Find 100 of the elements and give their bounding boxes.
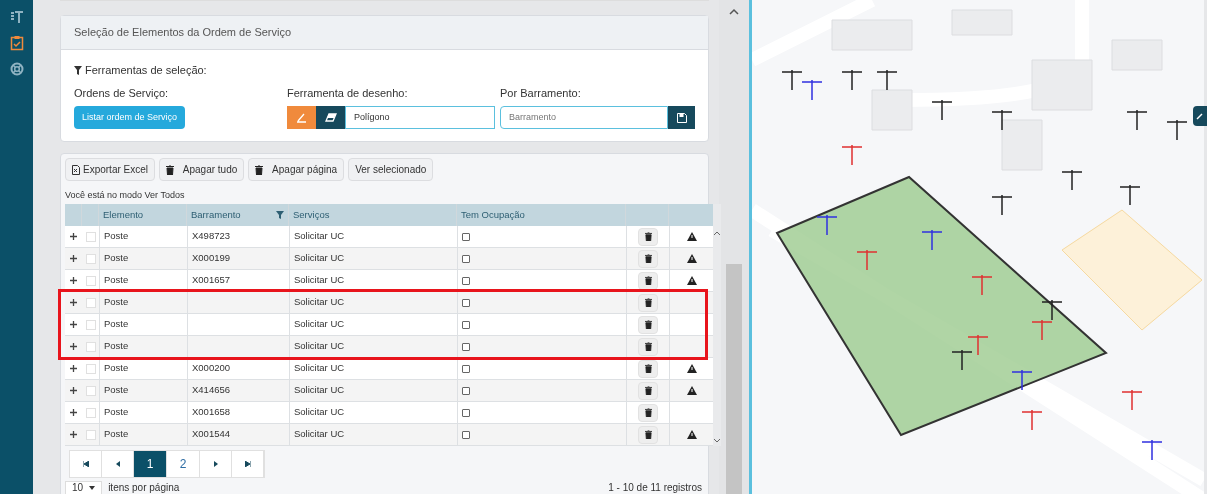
row-checkbox[interactable]	[85, 429, 96, 440]
occupation-checkbox[interactable]	[462, 342, 470, 351]
filter-icon[interactable]	[276, 211, 284, 219]
table-cell: X000200	[192, 361, 231, 376]
save-button[interactable]	[668, 106, 695, 129]
occupation-checkbox[interactable]	[462, 320, 470, 329]
scroll-thumb[interactable]	[726, 264, 742, 494]
last-page-icon	[244, 461, 251, 467]
table-cell: X001658	[192, 405, 231, 420]
scroll-up-icon[interactable]	[713, 230, 721, 236]
occupation-checkbox[interactable]	[462, 254, 470, 263]
toolbar-button[interactable]: Exportar Excel	[65, 158, 156, 181]
row-checkbox[interactable]	[85, 275, 96, 286]
drawing-mode-field[interactable]: Polígono	[345, 106, 495, 129]
table-cell: Poste	[104, 295, 129, 310]
field-label: Ferramenta de desenho:	[287, 85, 409, 101]
trash-icon	[644, 430, 652, 439]
row-checkbox[interactable]	[85, 363, 96, 374]
text-tool-icon[interactable]	[9, 10, 24, 24]
row-checkbox[interactable]	[85, 341, 96, 352]
delete-button[interactable]	[638, 271, 658, 290]
delete-button[interactable]	[638, 425, 658, 444]
row-checkbox[interactable]	[85, 231, 96, 242]
pencil-icon	[1196, 112, 1204, 120]
next-icon	[213, 461, 218, 467]
trash-icon	[644, 232, 652, 241]
row-checkbox[interactable]	[85, 319, 96, 330]
table-cell: Poste	[104, 361, 129, 376]
pen-icon	[296, 112, 307, 123]
filter-icon	[74, 65, 82, 75]
delete-button[interactable]	[638, 381, 658, 400]
trash-icon	[644, 298, 652, 307]
table-cell: X414656	[192, 383, 231, 398]
trash-icon	[255, 164, 264, 175]
table-cell: Solicitar UC	[294, 383, 345, 398]
row-checkbox[interactable]	[85, 385, 96, 396]
occupation-checkbox[interactable]	[462, 298, 470, 307]
delete-button[interactable]	[638, 315, 658, 334]
page-button[interactable]: 1	[134, 451, 167, 477]
occupation-checkbox[interactable]	[462, 386, 470, 395]
row-checkbox[interactable]	[85, 297, 96, 308]
previous-icon	[115, 461, 120, 467]
table-cell: X498723	[192, 229, 231, 244]
lifebuoy-icon[interactable]	[9, 62, 24, 76]
trash-icon	[644, 408, 652, 417]
toolbar-button[interactable]: Apagar página	[248, 158, 345, 181]
clipboard-check-icon[interactable]	[9, 35, 24, 51]
table-cell: X001544	[192, 427, 231, 442]
expand-plus-icon[interactable]	[70, 343, 77, 350]
page-button[interactable]: 2	[167, 451, 200, 477]
expand-plus-icon[interactable]	[70, 321, 77, 328]
occupation-checkbox[interactable]	[462, 430, 470, 439]
row-checkbox[interactable]	[85, 407, 96, 418]
trash-icon	[644, 320, 652, 329]
save-icon	[676, 112, 687, 123]
expand-plus-icon[interactable]	[70, 431, 77, 438]
table-cell: Solicitar UC	[294, 339, 345, 354]
table-cell: Solicitar UC	[294, 251, 345, 266]
scroll-up-icon[interactable]	[729, 8, 739, 15]
expand-plus-icon[interactable]	[70, 299, 77, 306]
draw-tool-button[interactable]	[1193, 106, 1207, 126]
occupation-checkbox[interactable]	[462, 408, 470, 417]
delete-button[interactable]	[638, 227, 658, 246]
delete-button[interactable]	[638, 293, 658, 312]
table-cell: Poste	[104, 383, 129, 398]
mode-text: Você está no modo Ver Todos	[65, 189, 186, 201]
row-checkbox[interactable]	[85, 253, 96, 264]
scroll-down-icon[interactable]	[713, 438, 721, 444]
table-cell: Poste	[104, 427, 129, 442]
table-cell: Solicitar UC	[294, 295, 345, 310]
expand-plus-icon[interactable]	[70, 387, 77, 394]
panel-title: Seleção de Elementos da Ordem de Serviço	[74, 25, 292, 41]
delete-button[interactable]	[638, 337, 658, 356]
table-cell: X000199	[192, 251, 231, 266]
expand-plus-icon[interactable]	[70, 409, 77, 416]
expand-plus-icon[interactable]	[70, 255, 77, 262]
expand-plus-icon[interactable]	[70, 277, 77, 284]
occupation-checkbox[interactable]	[462, 364, 470, 373]
table-cell: Solicitar UC	[294, 361, 345, 376]
field-label: Por Barramento:	[500, 85, 582, 101]
page-size-label: itens por página	[108, 481, 180, 494]
expand-plus-icon[interactable]	[70, 365, 77, 372]
page-size-dropdown[interactable]: 10	[65, 480, 103, 494]
occupation-checkbox[interactable]	[462, 232, 470, 241]
bus-field[interactable]: Barramento	[500, 106, 668, 129]
expand-plus-icon[interactable]	[70, 233, 77, 240]
occupation-checkbox[interactable]	[462, 276, 470, 285]
trash-icon	[644, 364, 652, 373]
delete-button[interactable]	[638, 403, 658, 422]
table-cell: Solicitar UC	[294, 229, 345, 244]
tools-label: Ferramentas de seleção:	[85, 63, 207, 78]
eraser-tool-button[interactable]	[316, 106, 345, 129]
table-cell: Poste	[104, 405, 129, 420]
trash-icon	[644, 254, 652, 263]
table-cell: Solicitar UC	[294, 405, 345, 420]
caret-icon	[89, 485, 96, 490]
toolbar-button[interactable]: Ver selecionado	[348, 158, 434, 181]
toolbar-button[interactable]: Apagar tudo	[159, 158, 245, 181]
table-cell: Poste	[104, 339, 129, 354]
delete-button[interactable]	[638, 249, 658, 268]
